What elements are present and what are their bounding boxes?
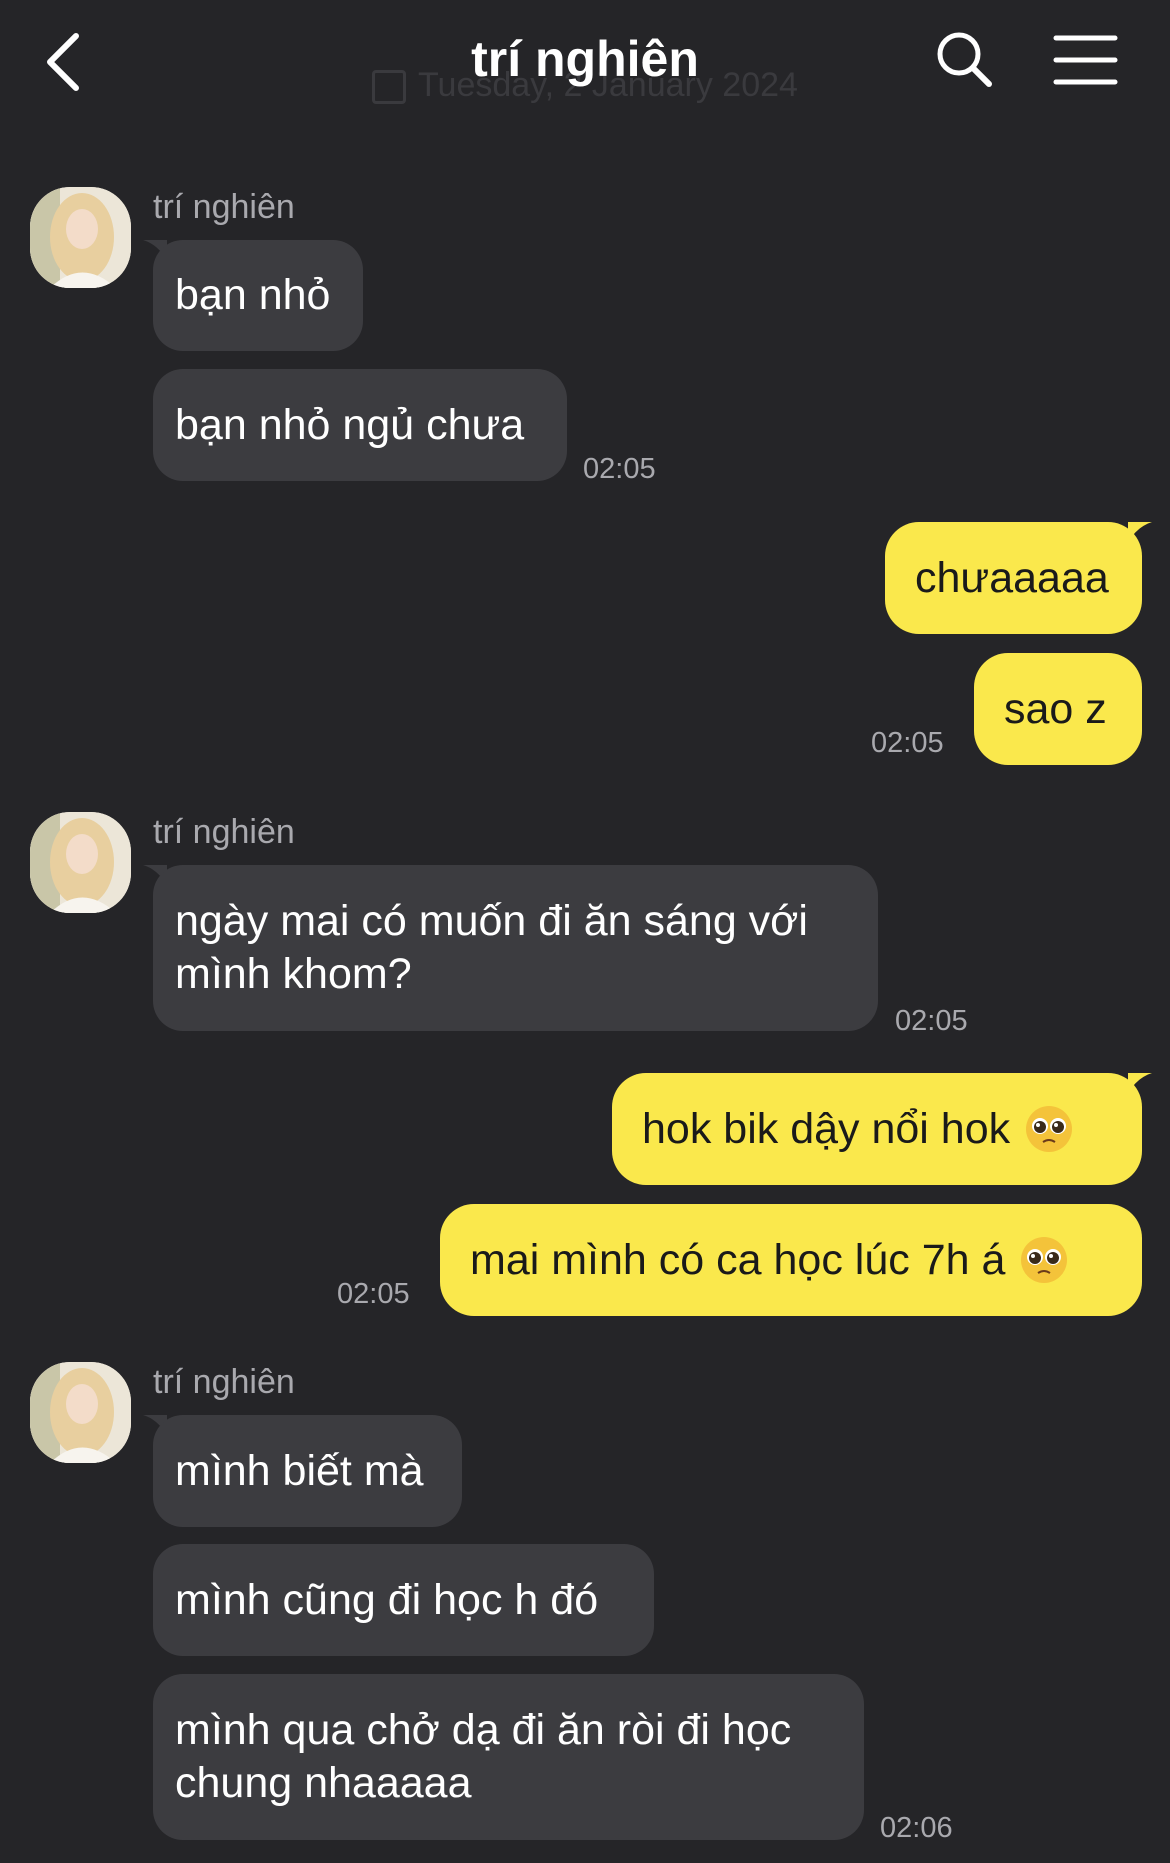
chat-header: Tuesday, 2 January 2024 trí nghiên: [0, 0, 1170, 130]
message-time: 02:05: [895, 1005, 968, 1037]
sender-name: trí nghiên: [153, 188, 295, 226]
pleading-face-emoji-icon: [1026, 1106, 1073, 1152]
incoming-message[interactable]: mình biết mà: [153, 1415, 462, 1527]
sender-name: trí nghiên: [153, 1363, 295, 1401]
incoming-message[interactable]: mình qua chở dạ đi ăn ròi đi học chung n…: [153, 1674, 864, 1840]
outgoing-message[interactable]: hok bik dậy nổi hok: [612, 1073, 1142, 1185]
search-icon: [937, 32, 992, 87]
incoming-message[interactable]: bạn nhỏ: [153, 240, 363, 351]
incoming-message[interactable]: mình cũng đi học h đó: [153, 1544, 654, 1656]
sender-name: trí nghiên: [153, 813, 295, 851]
message-time: 02:05: [871, 727, 944, 759]
incoming-message[interactable]: bạn nhỏ ngủ chưa: [153, 369, 567, 481]
message-time: 02:05: [583, 453, 656, 485]
pleading-face-emoji-icon: [1021, 1237, 1068, 1283]
avatar[interactable]: [30, 187, 131, 288]
hamburger-menu-icon: [1053, 35, 1118, 85]
incoming-message[interactable]: ngày mai có muốn đi ăn sáng với mình kho…: [153, 865, 878, 1031]
message-time: 02:06: [880, 1812, 953, 1844]
avatar[interactable]: [30, 812, 131, 913]
avatar[interactable]: [30, 1362, 131, 1463]
outgoing-message[interactable]: mai mình có ca học lúc 7h á: [440, 1204, 1142, 1316]
search-button[interactable]: [935, 30, 995, 90]
message-time: 02:05: [337, 1278, 410, 1310]
menu-button[interactable]: [1053, 33, 1118, 87]
outgoing-message[interactable]: sao z: [974, 653, 1142, 765]
outgoing-message[interactable]: chưaaaaa: [885, 522, 1142, 634]
